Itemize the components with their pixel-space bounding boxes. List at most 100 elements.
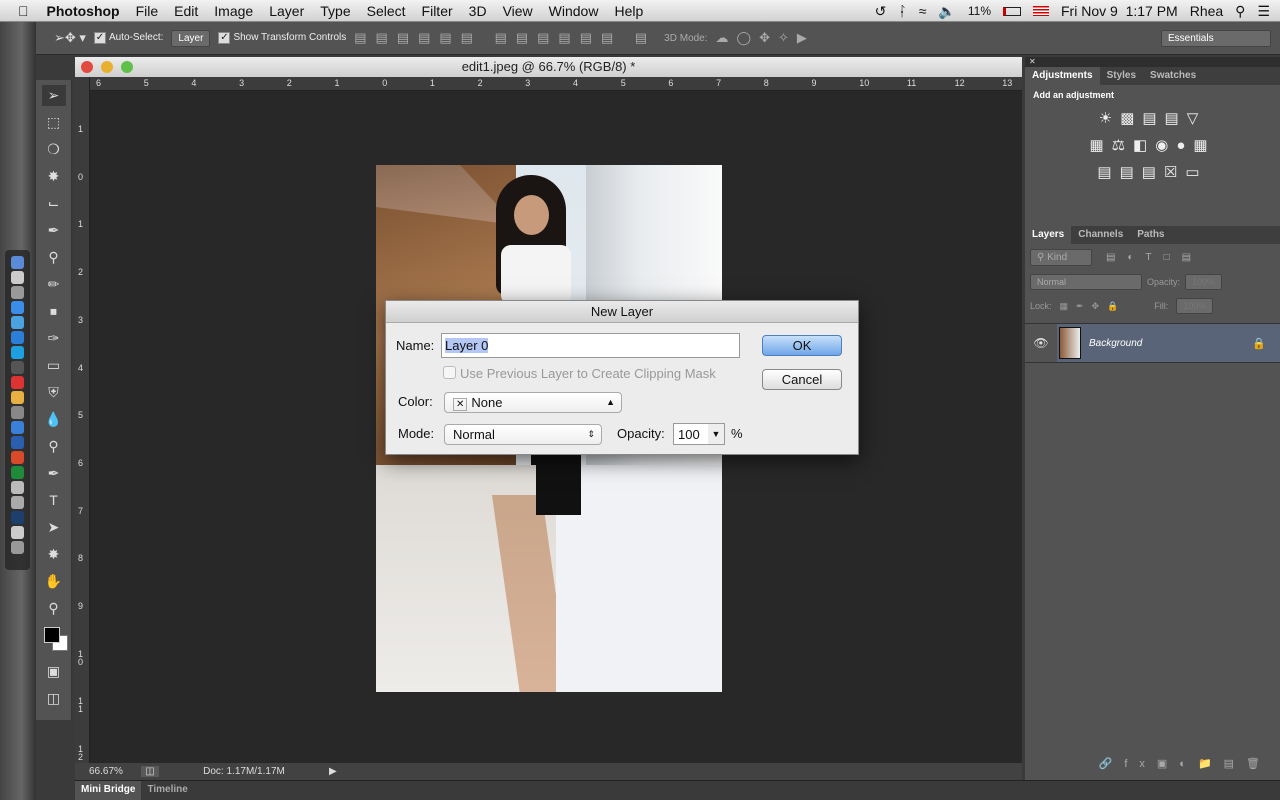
close-button[interactable] — [81, 61, 93, 73]
3d-mode-icons[interactable]: ☁◯✥✧▶ — [716, 30, 815, 46]
visibility-eye-icon[interactable]: 👁 — [1025, 336, 1057, 350]
menu-image[interactable]: Image — [206, 3, 261, 19]
filter-icons[interactable]: ▤◐T□▤ — [1106, 252, 1203, 263]
opacity-combo[interactable]: 100 ▼ — [673, 423, 725, 445]
dock-app-icon[interactable] — [11, 466, 24, 479]
tab-swatches[interactable]: Swatches — [1143, 67, 1203, 85]
menu-file[interactable]: File — [128, 3, 167, 19]
tab-paths[interactable]: Paths — [1130, 226, 1171, 244]
dock-app-icon[interactable] — [11, 256, 24, 269]
ok-button[interactable]: OK — [762, 335, 842, 356]
ruler-vertical[interactable]: 101234567891 01 11 2 — [75, 77, 90, 763]
flag-icon[interactable] — [1033, 6, 1049, 16]
quick-mask-icon[interactable]: ▣ — [42, 661, 66, 682]
stamp-tool-icon[interactable]: ⏹ — [42, 301, 66, 322]
wifi-icon[interactable]: ≈ — [919, 3, 927, 19]
spotlight-icon[interactable]: ⚲ — [1235, 3, 1245, 20]
brush-tool-icon[interactable]: ✏ — [42, 274, 66, 295]
apple-icon[interactable]:  — [0, 3, 37, 19]
lock-icons[interactable]: ▦✒✥🔒 — [1060, 301, 1127, 312]
dock-app-icon[interactable] — [11, 331, 24, 344]
bluetooth-icon[interactable]: ᛛ — [898, 3, 906, 19]
zoom-tool-icon[interactable]: ⚲ — [42, 598, 66, 619]
tab-layers[interactable]: Layers — [1025, 226, 1072, 244]
menu-layer[interactable]: Layer — [261, 3, 312, 19]
dock-app-icon[interactable] — [11, 451, 24, 464]
menu-view[interactable]: View — [495, 3, 541, 19]
layer-name[interactable]: Background — [1089, 338, 1252, 349]
dropdown-arrow-icon[interactable]: ▼ — [708, 424, 724, 444]
ruler-horizontal[interactable]: 6 5 4 3 2 1 0 1 2 3 4 5 6 7 8 9 10 11 12 13 — [90, 77, 1022, 91]
dock-app-icon[interactable] — [11, 406, 24, 419]
paint-bucket-tool-icon[interactable]: ⛨ — [42, 382, 66, 403]
notification-icon[interactable]: ☰ — [1257, 3, 1270, 20]
battery-percent[interactable]: 11% — [968, 4, 991, 18]
layer-filter-dropdown[interactable]: ⚲ Kind — [1030, 249, 1092, 266]
menu-edit[interactable]: Edit — [166, 3, 206, 19]
pen-tool-icon[interactable]: ✒ — [42, 463, 66, 484]
menu-type[interactable]: Type — [312, 3, 358, 19]
dock-app-icon[interactable] — [11, 526, 24, 539]
dock-app-icon[interactable] — [11, 376, 24, 389]
dock-app-icon[interactable] — [11, 361, 24, 374]
minimize-button[interactable] — [101, 61, 113, 73]
align-icons[interactable]: ▤▤▤▤▤▤ ▤▤▤▤▤▤ ▤ — [354, 30, 656, 46]
dock-app-icon[interactable] — [11, 421, 24, 434]
tab-adjustments[interactable]: Adjustments — [1025, 67, 1100, 85]
mode-dropdown[interactable]: Normal ⇕ — [444, 424, 602, 445]
menu-window[interactable]: Window — [541, 3, 607, 19]
type-tool-icon[interactable]: T — [42, 490, 66, 511]
layer-row[interactable]: 👁 Background 🔒 — [1025, 323, 1280, 363]
menu-3d[interactable]: 3D — [461, 3, 495, 19]
dodge-tool-icon[interactable]: ⚲ — [42, 436, 66, 457]
opacity-field[interactable]: 100% — [1185, 274, 1223, 290]
history-brush-tool-icon[interactable]: ✑ — [42, 328, 66, 349]
auto-select-checkbox[interactable]: ✓ Auto-Select: — [93, 32, 163, 44]
lasso-tool-icon[interactable]: ❍ — [42, 139, 66, 160]
dock-app-icon[interactable] — [11, 481, 24, 494]
menu-filter[interactable]: Filter — [414, 3, 461, 19]
dock-app-icon[interactable] — [11, 391, 24, 404]
name-input[interactable]: Layer 0 — [441, 333, 740, 358]
status-arrow-icon[interactable]: ▶ — [329, 766, 343, 777]
zoom-level[interactable]: 66.67% — [75, 766, 141, 777]
trash-icon[interactable] — [11, 541, 24, 554]
auto-select-dropdown[interactable]: Layer — [171, 29, 211, 47]
status-menu-icon[interactable]: ◫ — [141, 766, 159, 777]
move-tool-icon[interactable]: ➢✥ ▾ — [54, 30, 86, 46]
screen-mode-icon[interactable]: ◫ — [42, 688, 66, 709]
dock-app-icon[interactable] — [11, 286, 24, 299]
show-transform-checkbox[interactable]: ✓ Show Transform Controls — [218, 32, 346, 44]
path-selection-tool-icon[interactable]: ➤ — [42, 517, 66, 538]
menu-select[interactable]: Select — [359, 3, 414, 19]
hand-tool-icon[interactable]: ✋ — [42, 571, 66, 592]
blend-mode-dropdown[interactable]: Normal — [1030, 274, 1142, 290]
tab-mini-bridge[interactable]: Mini Bridge — [75, 781, 142, 800]
dock-app-icon[interactable] — [11, 436, 24, 449]
tab-timeline[interactable]: Timeline — [141, 781, 193, 800]
user-name[interactable]: Rhea — [1190, 3, 1223, 19]
panel-close-icon[interactable]: ✕ — [1025, 57, 1280, 67]
menu-app[interactable]: Photoshop — [37, 3, 128, 19]
zoom-button[interactable] — [121, 61, 133, 73]
dock-app-icon[interactable] — [11, 316, 24, 329]
dock-app-icon[interactable] — [11, 511, 24, 524]
menu-help[interactable]: Help — [606, 3, 651, 19]
dock-app-icon[interactable] — [11, 496, 24, 509]
crop-tool-icon[interactable]: ⌙ — [42, 193, 66, 214]
volume-icon[interactable]: 🔈 — [938, 3, 955, 20]
dock-app-icon[interactable] — [11, 271, 24, 284]
eraser-tool-icon[interactable]: ▭ — [42, 355, 66, 376]
clock[interactable]: Fri Nov 9 1:17 PM — [1061, 3, 1178, 19]
dock-app-icon[interactable] — [11, 301, 24, 314]
marquee-tool-icon[interactable]: ⬚ — [42, 112, 66, 133]
cancel-button[interactable]: Cancel — [762, 369, 842, 390]
layers-footer-icons[interactable]: 🔗fx▣◐📁▤🗑 — [1099, 757, 1272, 770]
blur-tool-icon[interactable]: 💧 — [42, 409, 66, 430]
tab-channels[interactable]: Channels — [1071, 226, 1130, 244]
adjustment-icons[interactable]: ☀▩▤▤▽ ▦⚖◧◉●▦ ▤▤▤☒▭ — [1025, 105, 1280, 186]
workspace-dropdown[interactable]: Essentials — [1161, 29, 1271, 47]
color-swatches[interactable] — [42, 625, 68, 655]
move-tool-icon[interactable]: ➢ — [41, 85, 66, 106]
eyedropper-tool-icon[interactable]: ✒ — [42, 220, 66, 241]
